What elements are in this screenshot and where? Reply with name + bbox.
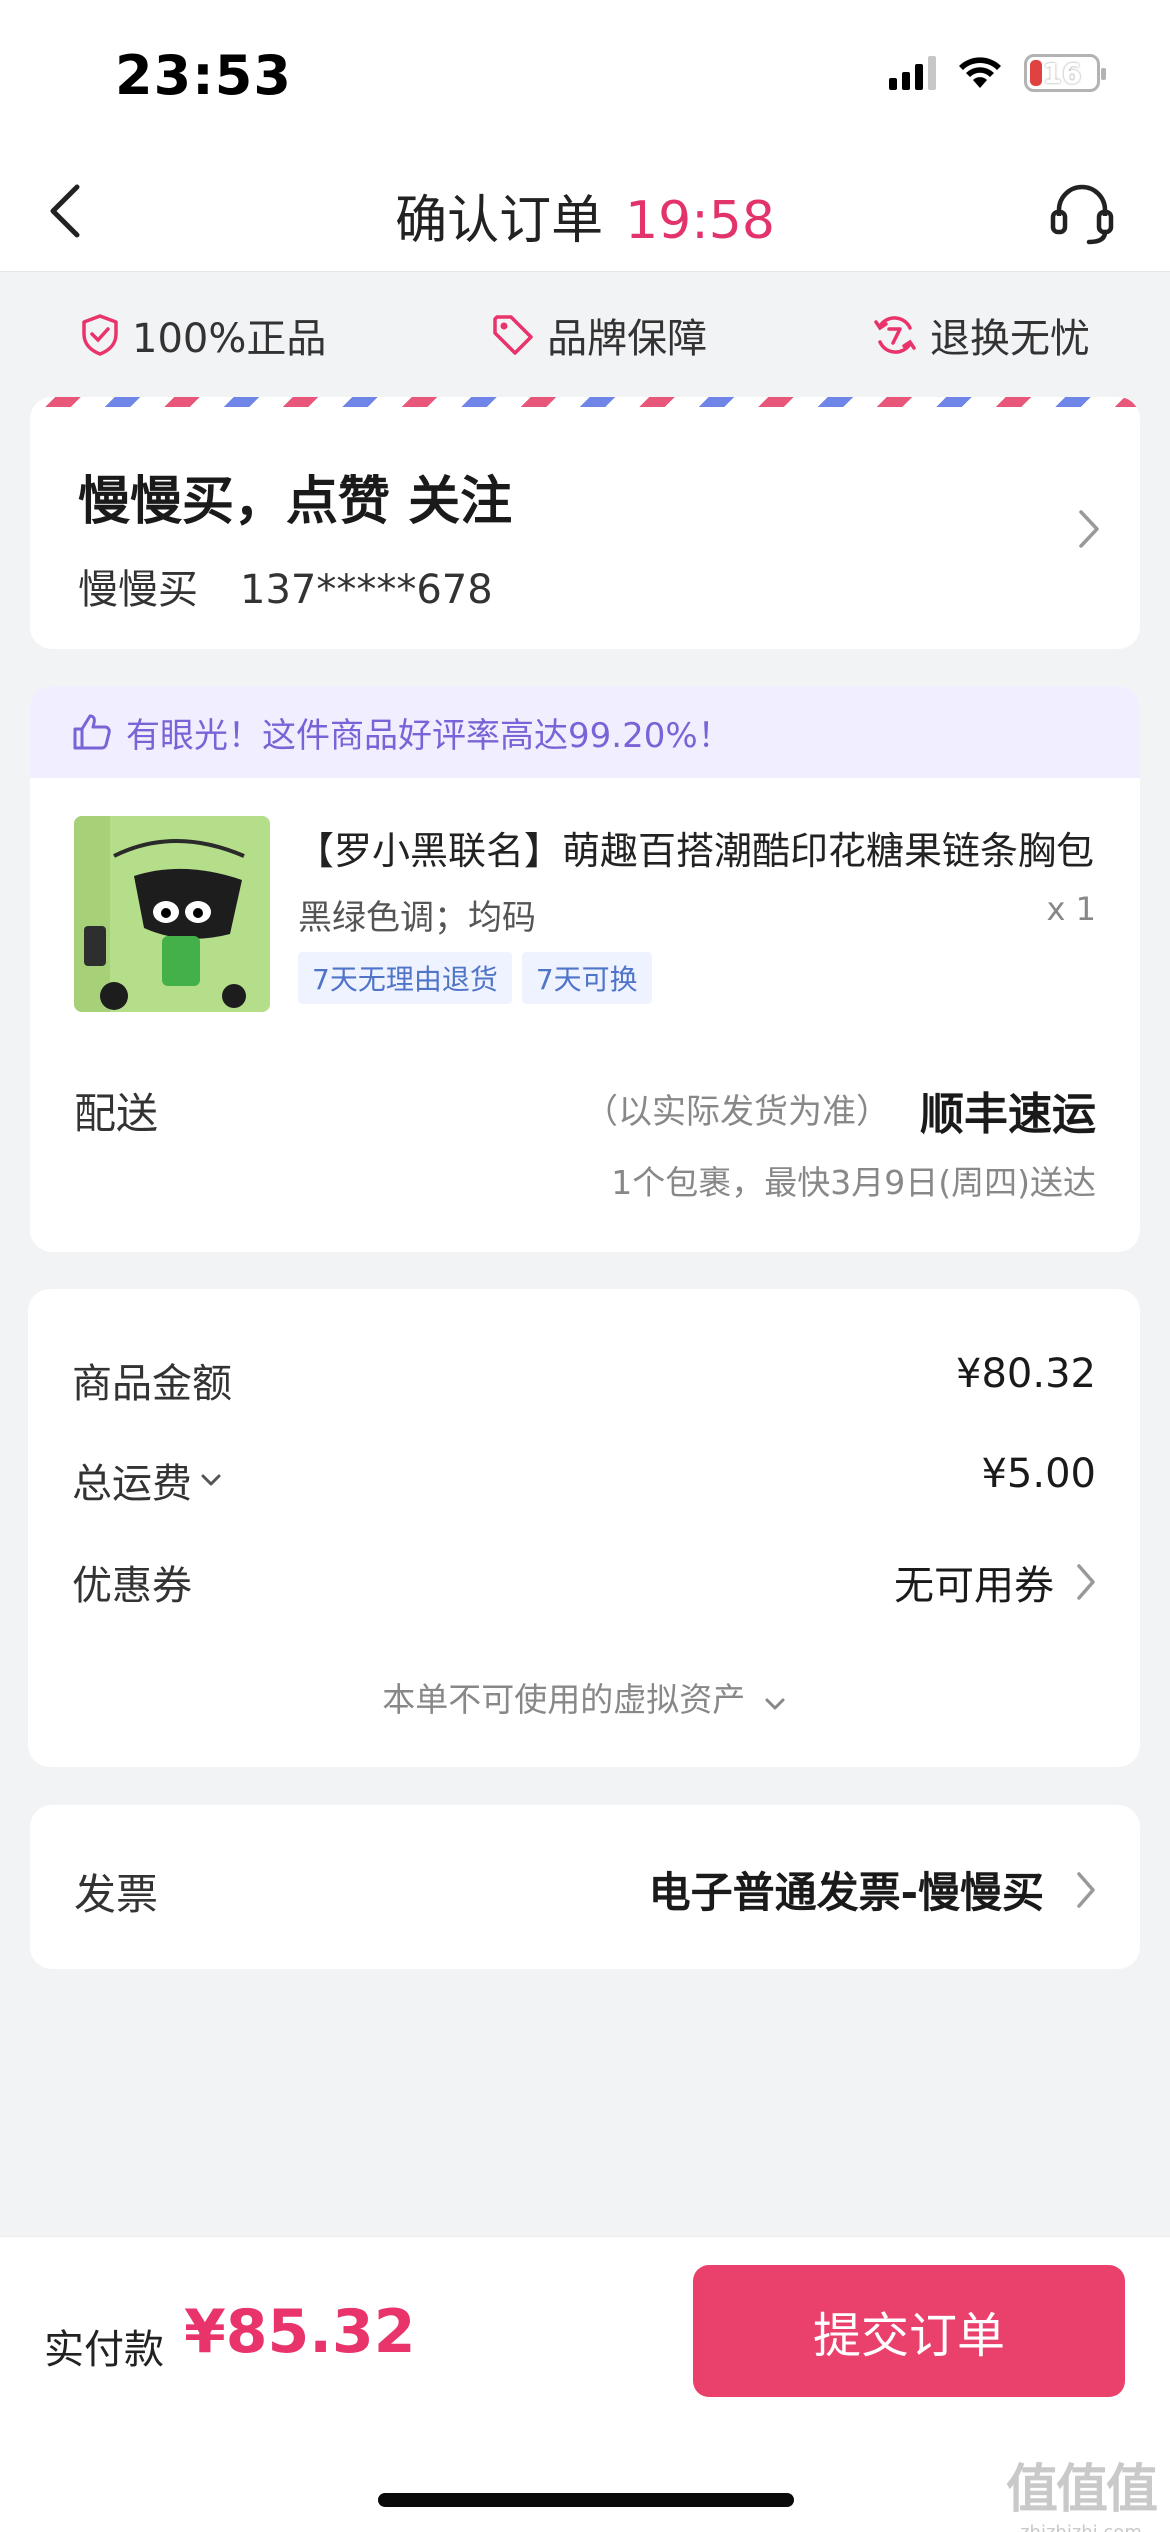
checkout-bar: 实付款 ¥85.32 提交订单 值值值 zhizhizhi.com xyxy=(0,2236,1170,2532)
product-spec: 黑绿色调；均码 xyxy=(298,898,536,938)
product-title[interactable]: 【罗小黑联名】萌趣百搭潮酷印花糖果链条胸包 xyxy=(296,820,1132,875)
shield-check-icon xyxy=(82,313,118,356)
status-time: 23:53 xyxy=(115,44,292,107)
recipient-phone: 137*****678 xyxy=(240,567,493,613)
address-contact: 慢慢买 137*****678 xyxy=(78,557,493,615)
guarantee-label: 退换无忧 xyxy=(929,315,1090,362)
guarantee-authentic: 100%正品 xyxy=(80,306,326,364)
service-tags: 7天无理由退货 7天可换 xyxy=(298,952,652,1004)
watermark: 值值值 zhizhizhi.com xyxy=(1005,2447,1158,2532)
shipping-method: 顺丰速运 xyxy=(920,1089,1096,1140)
address-card[interactable]: 慢慢买，点赞 关注 慢慢买 137*****678 xyxy=(30,397,1140,649)
chevron-right-icon xyxy=(1077,1871,1095,1908)
coupon-value: 无可用券 xyxy=(894,1563,1054,1609)
thumbs-up-icon xyxy=(73,714,111,750)
recipient-name: 慢慢买 xyxy=(78,567,198,613)
cellular-signal-icon xyxy=(889,56,936,90)
virtual-assets-text: 本单不可使用的虚拟资产 xyxy=(382,1680,746,1719)
status-bar: 23:53 16 xyxy=(0,0,1170,150)
home-indicator[interactable] xyxy=(378,2493,794,2507)
guarantee-label: 100%正品 xyxy=(132,315,327,362)
coupon-selector[interactable]: 无可用券 xyxy=(894,1553,1096,1611)
guarantee-return: 退换无忧 xyxy=(872,306,1090,364)
status-icons: 16 xyxy=(889,54,1106,92)
wifi-icon xyxy=(959,57,1001,88)
shipping-note: （以实际发货为准） xyxy=(584,1092,890,1132)
airmail-border xyxy=(30,397,1140,407)
price-card: 商品金额 ¥80.32 总运费 ¥5.00 优惠券 无可用券 本单不可使用的虚拟… xyxy=(28,1289,1140,1767)
chevron-down-icon xyxy=(201,1474,221,1486)
product-card: 有眼光！这件商品好评率高达99.20%！ 【罗小黑联名】萌趣百搭潮酷印花糖果链条… xyxy=(30,686,1140,1252)
shipping-label: 配送 xyxy=(74,1089,159,1138)
freight-value: ¥5.00 xyxy=(981,1451,1096,1497)
watermark-logo: 值值值 xyxy=(1005,2460,1158,2520)
address-title: 慢慢买，点赞 关注 xyxy=(78,472,513,532)
service-tag: 7天无理由退货 xyxy=(298,952,512,1004)
submit-order-button[interactable]: 提交订单 xyxy=(693,2265,1125,2397)
pay-label: 实付款 xyxy=(44,2327,164,2373)
virtual-assets-toggle[interactable]: 本单不可使用的虚拟资产 xyxy=(28,1673,1140,1721)
product-thumbnail[interactable] xyxy=(74,816,270,1012)
praise-banner: 有眼光！这件商品好评率高达99.20%！ xyxy=(30,686,1140,778)
praise-text: 有眼光！这件商品好评率高达99.20%！ xyxy=(126,715,732,756)
guarantee-label: 品牌保障 xyxy=(547,315,708,362)
price-tag-icon xyxy=(493,314,533,355)
product-image xyxy=(74,816,270,1012)
shipping-eta: 1个包裹，最快3月9日(周四)送达 xyxy=(611,1163,1096,1202)
chevron-down-icon xyxy=(765,1698,785,1710)
nav-bar: 确认订单 19:58 xyxy=(0,150,1170,272)
pay-amount: ¥85.32 xyxy=(184,2297,416,2367)
guarantee-strip: 100%正品 品牌保障 退换无忧 xyxy=(0,272,1170,397)
battery-icon: 16 xyxy=(1024,54,1106,92)
invoice-selector: 电子普通发票-慢慢买 xyxy=(649,1859,1096,1920)
freight-toggle[interactable]: 总运费 xyxy=(72,1451,222,1509)
invoice-value: 电子普通发票-慢慢买 xyxy=(648,1868,1044,1917)
refresh-7-icon xyxy=(874,315,916,354)
invoice-card[interactable]: 发票 电子普通发票-慢慢买 xyxy=(30,1805,1140,1969)
service-tag: 7天可换 xyxy=(521,952,652,1004)
page-title: 确认订单 19:58 xyxy=(0,178,1170,253)
chevron-right-icon xyxy=(1079,510,1099,548)
goods-amount-value: ¥80.32 xyxy=(956,1351,1096,1397)
goods-amount-label: 商品金额 xyxy=(72,1361,232,1407)
freight-label: 总运费 xyxy=(72,1461,192,1507)
coupon-label: 优惠券 xyxy=(72,1563,192,1609)
guarantee-brand: 品牌保障 xyxy=(491,306,707,364)
headset-icon xyxy=(1050,184,1114,245)
countdown-timer: 19:58 xyxy=(625,191,775,251)
invoice-label: 发票 xyxy=(74,1870,159,1919)
watermark-url: zhizhizhi.com xyxy=(1006,2522,1156,2532)
product-quantity: x 1 xyxy=(1046,890,1096,928)
chevron-right-icon xyxy=(1077,1564,1095,1600)
page-title-text: 确认订单 xyxy=(395,191,604,251)
customer-service-button[interactable] xyxy=(1042,174,1122,254)
battery-level: 16 xyxy=(1042,56,1082,90)
